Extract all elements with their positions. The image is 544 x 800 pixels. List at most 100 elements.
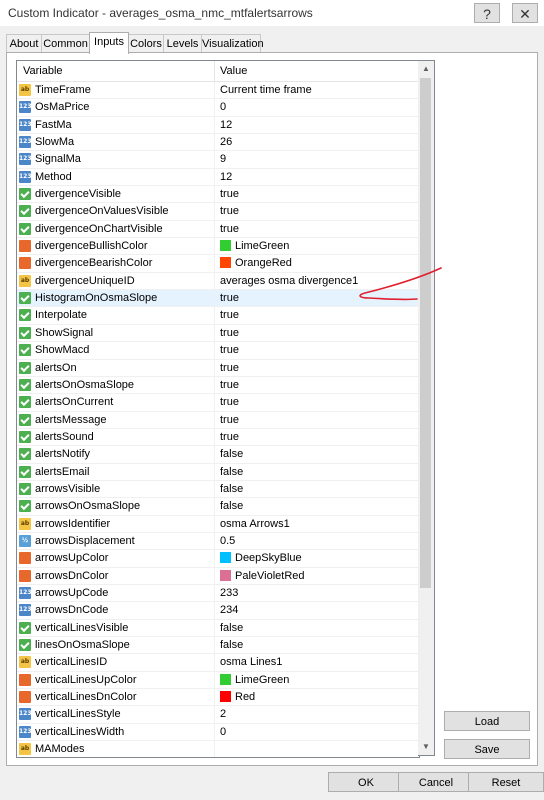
table-row[interactable]: linesOnOsmaSlope false [17,637,419,655]
table-row[interactable]: arrowsOnOsmaSlope false [17,498,419,516]
row-value-cell[interactable]: false [220,639,243,651]
row-value-cell[interactable]: 12 [220,119,232,131]
row-value-cell[interactable]: osma Arrows1 [220,518,290,530]
row-value-cell[interactable]: false [220,466,243,478]
table-row[interactable]: HistogramOnOsmaSlope true [17,290,419,308]
table-row[interactable]: 123 Method 12 [17,168,419,187]
table-row[interactable]: ab verticalLinesID osma Lines1 [17,654,419,672]
table-row[interactable]: 123 OsMaPrice 0 [17,99,419,117]
tab-common[interactable]: Common [41,34,90,53]
row-value-cell[interactable]: true [220,205,239,217]
scrollbar-thumb[interactable] [420,78,431,588]
table-row[interactable]: arrowsDnColor PaleVioletRed [17,567,419,585]
ok-button[interactable]: OK [328,772,404,792]
row-value-cell[interactable]: Red [220,691,255,703]
row-value-text: 0.5 [220,534,236,547]
row-value-cell[interactable]: LimeGreen [220,240,289,252]
table-row[interactable]: alertsMessage true [17,411,419,429]
table-row[interactable]: alertsNotify false [17,446,419,464]
row-value-cell[interactable]: 26 [220,136,232,148]
row-value-cell[interactable]: LimeGreen [220,673,289,686]
table-row[interactable]: ab MAModes [17,741,419,757]
tab-colors[interactable]: Colors [128,34,164,53]
table-row[interactable]: verticalLinesUpColor LimeGreen [17,671,419,690]
row-value-cell[interactable]: averages osma divergence1 [220,275,358,287]
table-row[interactable]: divergenceBullishColor LimeGreen [17,238,419,256]
row-value-cell[interactable]: false [220,500,243,512]
table-row[interactable]: alertsSound true [17,428,419,447]
row-value-cell[interactable]: PaleVioletRed [220,569,305,582]
row-value-cell[interactable]: 234 [220,604,238,616]
scroll-up-arrow-icon[interactable]: ▲ [418,61,434,77]
row-value-cell[interactable]: 233 [220,587,238,599]
table-row[interactable]: ab divergenceUniqueID averages osma diverg… [17,272,419,291]
table-row[interactable]: 123 arrowsUpCode 233 [17,584,419,603]
row-value-cell[interactable]: true [220,223,239,235]
row-value-cell[interactable]: false [220,483,243,495]
row-value-cell[interactable]: DeepSkyBlue [220,552,302,564]
table-row[interactable]: alertsOnOsmaSlope true [17,376,419,395]
row-value-cell[interactable]: true [220,379,239,391]
table-row[interactable]: alertsOn true [17,359,419,377]
table-row[interactable]: ab TimeFrame Current time frame [17,82,419,100]
tab-about[interactable]: About [6,34,42,53]
row-value-cell[interactable]: 2 [220,708,226,720]
reset-button[interactable]: Reset [468,772,544,792]
table-row[interactable]: alertsOnCurrent true [17,394,419,412]
table-row[interactable]: 123 verticalLinesWidth 0 [17,723,419,742]
table-row[interactable]: 123 FastMa 12 [17,116,419,135]
row-value-cell[interactable]: true [220,292,239,304]
row-value-cell[interactable]: 12 [220,171,232,183]
table-row[interactable]: divergenceBearishColor OrangeRed [17,255,419,273]
table-row[interactable]: verticalLinesVisible false [17,619,419,637]
row-value-cell[interactable]: false [220,448,243,460]
table-row[interactable]: arrowsUpColor DeepSkyBlue [17,550,419,568]
row-value-cell[interactable]: 0 [220,726,226,738]
row-value-cell[interactable]: true [220,431,239,443]
help-button[interactable]: ? [474,3,500,23]
cancel-button[interactable]: Cancel [398,772,474,792]
tab-inputs[interactable]: Inputs [89,32,129,54]
row-value-cell[interactable]: true [220,188,239,200]
table-row[interactable]: verticalLinesDnColor Red [17,689,419,707]
table-row[interactable]: 123 SlowMa 26 [17,134,419,152]
vertical-scrollbar[interactable]: ▲ ▼ [418,60,435,756]
row-value-cell[interactable]: false [220,622,243,634]
row-value-cell[interactable]: osma Lines1 [220,656,282,668]
row-value-cell[interactable]: true [220,344,239,356]
row-value-cell[interactable]: true [220,396,239,408]
close-button[interactable]: ✕ [512,3,538,23]
table-row[interactable]: ½ arrowsDisplacement 0.5 [17,532,419,551]
load-button[interactable]: Load [444,711,530,731]
row-value-cell[interactable]: true [220,327,239,339]
table-row[interactable]: 123 arrowsDnCode 234 [17,602,419,620]
row-value-cell[interactable]: 0 [220,101,226,113]
row-value-cell[interactable]: 9 [220,153,226,165]
table-row[interactable]: ShowSignal true [17,324,419,343]
table-row[interactable]: divergenceOnValuesVisible true [17,203,419,221]
table-row[interactable]: alertsEmail false [17,463,419,481]
save-button[interactable]: Save [444,739,530,759]
row-divider [214,151,215,168]
column-header-value[interactable]: Value [220,65,247,77]
table-row[interactable]: Interpolate true [17,307,419,325]
row-value-cell[interactable]: Current time frame [220,84,312,96]
table-row[interactable]: 123 verticalLinesStyle 2 [17,706,419,724]
row-value-cell[interactable]: 0.5 [220,535,235,547]
row-value-cell[interactable]: true [220,362,239,374]
column-divider[interactable] [214,61,215,81]
row-value-cell[interactable]: OrangeRed [220,257,292,269]
table-row[interactable]: 123 SignalMa 9 [17,151,419,169]
tab-visualization[interactable]: Visualization [201,34,264,53]
table-row[interactable]: divergenceVisible true [17,186,419,204]
table-row[interactable]: ShowMacd true [17,342,419,360]
row-value-cell[interactable]: true [220,309,239,321]
table-row[interactable]: arrowsVisible false [17,480,419,499]
row-value-cell[interactable]: true [220,414,239,426]
table-row[interactable]: divergenceOnChartVisible true [17,220,419,239]
column-header-variable[interactable]: Variable [23,65,63,77]
table-row[interactable]: ab arrowsIdentifier osma Arrows1 [17,515,419,533]
tab-levels[interactable]: Levels [163,34,202,53]
row-value-text: true [220,378,239,391]
scroll-down-arrow-icon[interactable]: ▼ [418,739,434,755]
